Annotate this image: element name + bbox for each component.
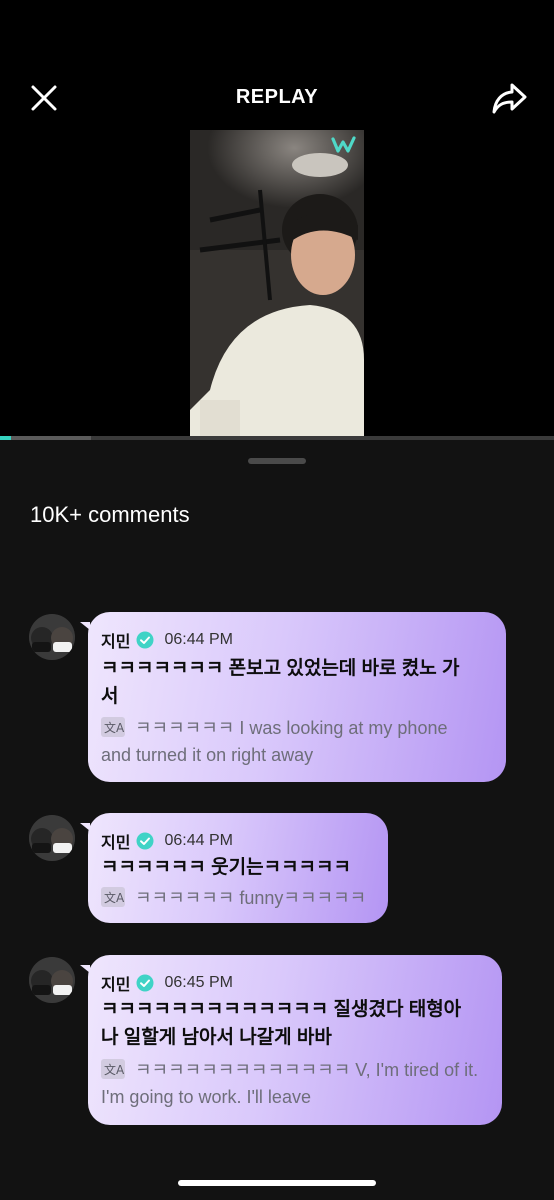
video-progress-bar[interactable] (0, 436, 554, 440)
comment-text-line: ㅋㅋㅋㅋㅋㅋㅋㅋㅋㅋㅋㅋㅋ 질생겼다 태형아 (101, 999, 462, 1020)
comment-text: ㅋㅋㅋㅋㅋㅋㅋ 폰보고 있었는데 바로 켰노 가 서 (101, 655, 460, 711)
comment-bubble[interactable]: 지민 06:45 PM ㅋㅋㅋㅋㅋㅋㅋㅋㅋㅋㅋㅋㅋ 질생겼다 태형아 나 일할게… (80, 955, 502, 1125)
comment-time: 06:44 PM (164, 631, 233, 648)
bubble-tail (80, 622, 90, 630)
avatar[interactable] (29, 815, 75, 861)
home-indicator[interactable] (178, 1180, 376, 1186)
comment-text-line: ㅋㅋㅋㅋㅋㅋ 웃기는ㅋㅋㅋㅋㅋ (101, 857, 351, 878)
avatar[interactable] (29, 614, 75, 660)
drag-handle[interactable] (248, 458, 306, 464)
video-buffer-bar (0, 436, 91, 440)
bubble-tail (80, 823, 90, 831)
comment-text: ㅋㅋㅋㅋㅋㅋㅋㅋㅋㅋㅋㅋㅋ 질생겼다 태형아 나 일할게 남아서 나갈게 바바 (101, 996, 461, 1052)
video-progress-fill (0, 436, 11, 440)
comments-count: 10K+ comments (30, 502, 190, 527)
video-thumbnail (190, 130, 364, 440)
comment-author: 지민 (101, 634, 131, 651)
comment-text-line: 서 (101, 686, 119, 707)
translate-icon: 文A (101, 887, 125, 907)
comment-translation: 文A ㅋㅋㅋㅋㅋㅋ funnyㅋㅋㅋㅋㅋ (101, 885, 366, 912)
comment-text-line: 나 일할게 남아서 나갈게 바바 (101, 1027, 332, 1048)
comment-author: 지민 (101, 835, 131, 852)
svg-text:文A: 文A (104, 1062, 125, 1077)
comment-text-line: ㅋㅋㅋㅋㅋㅋㅋ 폰보고 있었는데 바로 켰노 가 (101, 658, 460, 679)
comment-translation: 文A ㅋㅋㅋㅋㅋㅋㅋㅋㅋㅋㅋㅋㅋ V, I'm tired of it. I'm… (101, 1057, 478, 1111)
translate-icon: 文A (101, 717, 125, 737)
comment-bubble[interactable]: 지민 06:44 PM ㅋㅋㅋㅋㅋㅋㅋ 폰보고 있었는데 바로 켰노 가 서 文… (80, 612, 506, 782)
comment-time: 06:44 PM (164, 832, 233, 849)
svg-text:文A: 文A (104, 720, 125, 735)
page-title: REPLAY (235, 86, 319, 108)
translation-line: and turned it on right away (101, 745, 314, 765)
verified-badge-icon (136, 832, 154, 850)
svg-text:文A: 文A (104, 890, 125, 905)
verified-badge-icon (136, 631, 154, 649)
video-player[interactable] (0, 130, 554, 440)
comment-time: 06:45 PM (164, 974, 233, 991)
avatar[interactable] (29, 957, 75, 1003)
comment-text: ㅋㅋㅋㅋㅋㅋ 웃기는ㅋㅋㅋㅋㅋ (101, 854, 351, 882)
translation-line: ㅋㅋㅋㅋㅋㅋ I was looking at my phone (135, 718, 448, 738)
translation-line: ㅋㅋㅋㅋㅋㅋㅋㅋㅋㅋㅋㅋㅋ V, I'm tired of it. (135, 1060, 479, 1080)
w-logo-icon (331, 136, 356, 153)
header-bar: REPLAY (0, 0, 554, 130)
bubble-tail (80, 965, 90, 973)
translation-line: I'm going to work. I'll leave (101, 1087, 311, 1107)
share-icon[interactable] (490, 80, 528, 116)
translate-icon: 文A (101, 1059, 125, 1079)
comment-author: 지민 (101, 977, 131, 994)
verified-badge-icon (136, 974, 154, 992)
comment-translation: 文A ㅋㅋㅋㅋㅋㅋ I was looking at my phone and … (101, 715, 447, 769)
comment-bubble[interactable]: 지민 06:44 PM ㅋㅋㅋㅋㅋㅋ 웃기는ㅋㅋㅋㅋㅋ 文A ㅋㅋㅋㅋㅋㅋ fu… (80, 813, 388, 923)
translation-line: ㅋㅋㅋㅋㅋㅋ funnyㅋㅋㅋㅋㅋ (135, 888, 367, 908)
